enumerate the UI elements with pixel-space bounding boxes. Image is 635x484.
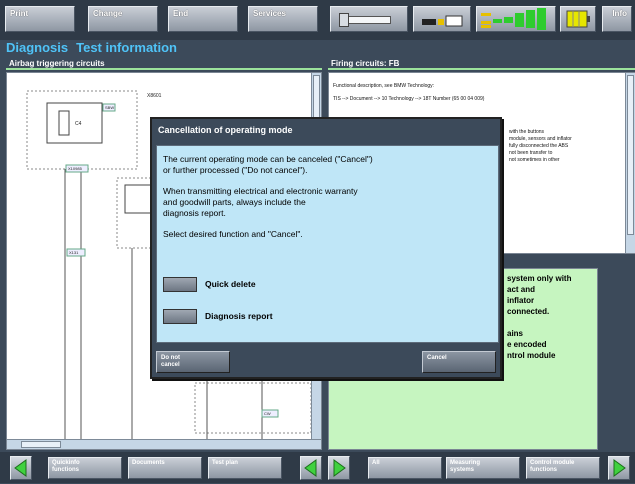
btn6-label-1: Control module (530, 460, 575, 466)
description-line-1: Functional description, see BMW Technolo… (333, 83, 435, 89)
btn5-label-2: systems (450, 467, 475, 473)
test-plan-button[interactable]: Test plan (208, 457, 282, 479)
measuring-systems-button[interactable]: Measuring systems (446, 457, 520, 479)
next-arrow-button[interactable] (328, 456, 350, 480)
left-hscroll-thumb[interactable] (21, 441, 61, 448)
services-button[interactable]: Services (248, 6, 318, 32)
diagnosis-report-option[interactable]: Diagnosis report (163, 308, 273, 324)
arrow-right-icon (333, 459, 346, 477)
title-diagnosis: Diagnosis (6, 40, 69, 55)
info-button[interactable]: Info (602, 6, 632, 32)
battery-slider-indicator (330, 6, 408, 32)
label-x131: X131 (69, 250, 79, 255)
diagnosis-report-label: Diagnosis report (205, 310, 273, 321)
dialog-text-1b: or further processed ("Do not cancel"). (163, 165, 308, 175)
dialog-text-2b: and goodwill parts, always include the (163, 197, 306, 207)
btn6-label-2: functions (530, 467, 557, 473)
arrow-left-icon (14, 459, 27, 477)
signal-level-indicator (476, 6, 556, 32)
bottom-toolbar: Quickinfo functions Documents Test plan A… (0, 452, 635, 483)
label-c4: C4 (75, 121, 82, 127)
connection-icon (422, 15, 463, 27)
info-button-label: Info (612, 9, 627, 18)
right-vertical-scrollbar[interactable] (625, 73, 635, 253)
btn1-label-1: Quickinfo (52, 460, 80, 466)
btn3-label: Test plan (212, 460, 238, 466)
label-sbw: SBW (105, 105, 114, 110)
dialog-text-2c: diagnosis report. (163, 208, 226, 218)
do-not-cancel-label-1: Do not (161, 355, 180, 361)
label-cw: CW (264, 411, 271, 416)
do-not-cancel-label-2: cancel (161, 362, 180, 368)
forward-arrow-button[interactable] (608, 456, 630, 480)
battery-indicator (560, 6, 596, 32)
label-x8601: X8601 (147, 93, 162, 99)
services-button-label: Services (253, 9, 286, 18)
print-button[interactable]: Print (5, 6, 75, 32)
left-horizontal-scrollbar[interactable] (7, 439, 321, 449)
cancel-label: Cancel (427, 355, 447, 361)
left-panel-header: Airbag triggering circuits (6, 58, 322, 70)
description-line-2: TIS --> Document --> 10 Technology --> 1… (333, 96, 485, 102)
label-x10985: X10985 (68, 166, 83, 171)
all-button[interactable]: All (368, 457, 442, 479)
right-panel-header: Firing circuits: FB (328, 58, 635, 70)
quick-delete-label: Quick delete (205, 278, 256, 289)
arrow-left-icon (304, 459, 317, 477)
previous-arrow-button[interactable] (300, 456, 322, 480)
change-button[interactable]: Change (88, 6, 158, 32)
dialog-body: The current operating mode can be cancel… (156, 145, 499, 343)
quick-delete-option[interactable]: Quick delete (163, 276, 256, 292)
do-not-cancel-button[interactable]: Do not cancel (156, 351, 230, 373)
change-button-label: Change (93, 9, 123, 18)
slider-knob (339, 13, 349, 27)
dialog-text-1a: The current operating mode can be cancel… (163, 154, 373, 164)
dialog-text-2a: When transmitting electrical and electro… (163, 186, 358, 196)
print-button-label: Print (10, 9, 29, 18)
right-vscroll-thumb[interactable] (627, 75, 634, 235)
quickinfo-functions-button[interactable]: Quickinfo functions (48, 457, 122, 479)
signal-bars-icon (481, 8, 546, 30)
btn4-label: All (372, 460, 380, 466)
dialog-text-3: Select desired function and "Cancel". (163, 229, 303, 239)
btn1-label-2: functions (52, 467, 79, 473)
top-toolbar: Print Change End Services Info (0, 0, 635, 40)
control-module-functions-button[interactable]: Control module functions (526, 457, 600, 479)
btn5-label-1: Measuring (450, 460, 481, 466)
page-title: Diagnosis Test information (6, 40, 185, 56)
dialog-title: Cancellation of operating mode (158, 125, 293, 135)
battery-icon (566, 10, 590, 28)
title-test-information: Test information (76, 40, 177, 55)
back-arrow-button[interactable] (10, 456, 32, 480)
cancel-button[interactable]: Cancel (422, 351, 496, 373)
end-button[interactable]: End (168, 6, 238, 32)
documents-button[interactable]: Documents (128, 457, 202, 479)
arrow-right-icon (613, 459, 626, 477)
cancellation-dialog: Cancellation of operating mode The curre… (150, 117, 502, 379)
diagnosis-report-button[interactable] (163, 308, 197, 324)
connection-indicator (413, 6, 471, 32)
quick-delete-button[interactable] (163, 276, 197, 292)
end-button-label: End (173, 9, 189, 18)
btn2-label: Documents (132, 460, 165, 466)
